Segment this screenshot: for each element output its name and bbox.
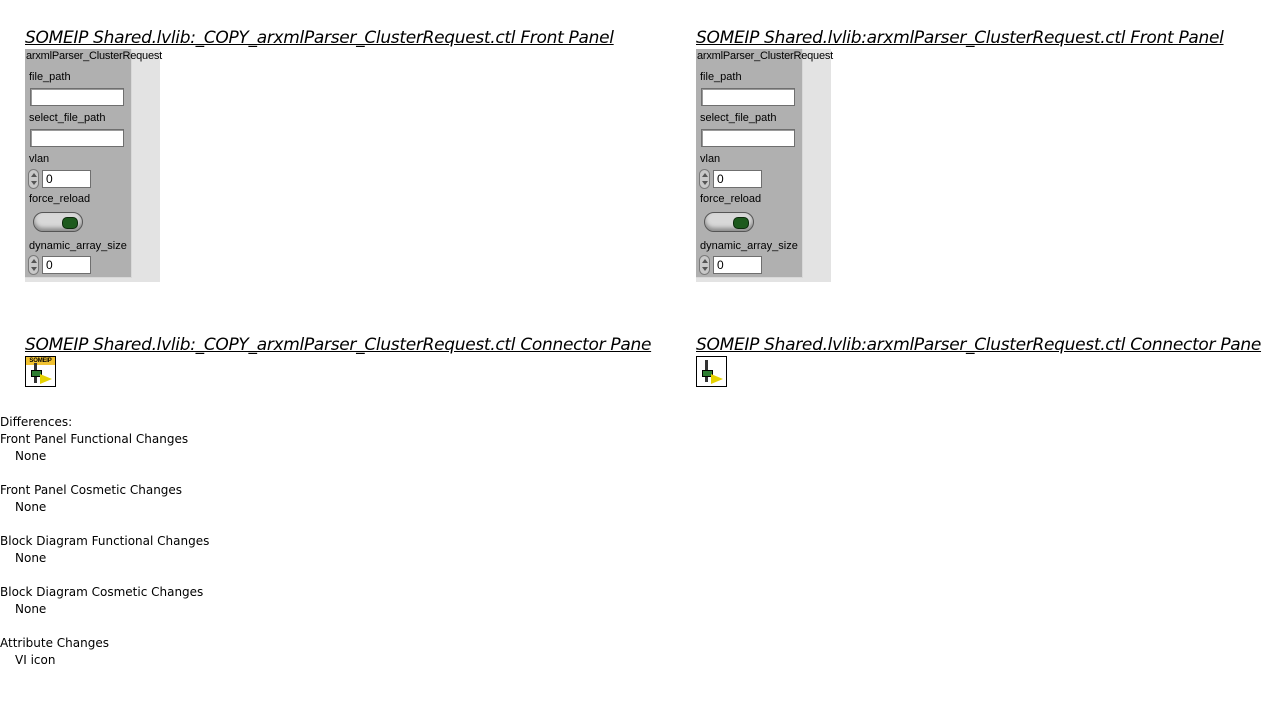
vlan-value[interactable]: 0 xyxy=(42,170,91,188)
vlan-numeric[interactable]: 0 xyxy=(28,169,94,189)
decrement-arrow-icon xyxy=(31,267,37,271)
decrement-arrow-icon xyxy=(702,181,708,185)
select-file-path-input[interactable] xyxy=(30,129,124,147)
vlan-label: vlan xyxy=(29,153,50,165)
file-path-input[interactable] xyxy=(701,88,795,106)
increment-arrow-icon xyxy=(31,173,37,177)
cluster-control: arxmlParser_ClusterRequest file_path sel… xyxy=(696,49,833,278)
increment-arrow-icon xyxy=(31,259,37,263)
vlan-spinner[interactable] xyxy=(699,169,710,189)
dynamic-array-size-spinner[interactable] xyxy=(699,255,710,275)
left-front-panel: arxmlParser_ClusterRequest file_path sel… xyxy=(25,49,162,282)
select-file-path-input[interactable] xyxy=(701,129,795,147)
left-front-panel-heading: SOMEIP Shared.lvlib:_COPY_arxmlParser_Cl… xyxy=(25,28,614,48)
led-icon xyxy=(62,217,78,229)
right-front-panel: arxmlParser_ClusterRequest file_path sel… xyxy=(696,49,833,282)
cluster-label: arxmlParser_ClusterRequest xyxy=(697,50,834,62)
right-front-panel-heading: SOMEIP Shared.lvlib:arxmlParser_ClusterR… xyxy=(696,28,1224,48)
dynamic-array-size-value[interactable]: 0 xyxy=(42,256,91,274)
left-vi-icon: SOMEIP xyxy=(25,356,56,387)
section-value: VI icon xyxy=(15,653,56,667)
vlan-label: vlan xyxy=(700,153,721,165)
force-reload-label: force_reload xyxy=(700,193,762,205)
file-path-input[interactable] xyxy=(30,88,124,106)
section-heading: Front Panel Functional Changes xyxy=(0,432,189,446)
section-value: None xyxy=(15,551,47,565)
increment-arrow-icon xyxy=(702,173,708,177)
play-triangle-icon xyxy=(711,374,723,384)
dynamic-array-size-label: dynamic_array_size xyxy=(700,240,798,252)
cluster-control: arxmlParser_ClusterRequest file_path sel… xyxy=(25,49,162,278)
force-reload-toggle[interactable] xyxy=(33,212,83,232)
right-connector-pane-heading: SOMEIP Shared.lvlib:arxmlParser_ClusterR… xyxy=(696,335,1262,355)
increment-arrow-icon xyxy=(702,259,708,263)
vi-icon-banner: SOMEIP xyxy=(26,357,55,365)
dynamic-array-size-numeric[interactable]: 0 xyxy=(28,255,94,275)
select-file-path-label: select_file_path xyxy=(700,112,777,124)
section-heading: Attribute Changes xyxy=(0,636,109,650)
section-value: None xyxy=(15,449,47,463)
dynamic-array-size-spinner[interactable] xyxy=(28,255,39,275)
decrement-arrow-icon xyxy=(702,267,708,271)
section-value: None xyxy=(15,602,47,616)
vlan-value[interactable]: 0 xyxy=(713,170,762,188)
dynamic-array-size-value[interactable]: 0 xyxy=(713,256,762,274)
left-connector-pane-heading: SOMEIP Shared.lvlib:_COPY_arxmlParser_Cl… xyxy=(25,335,652,355)
section-heading: Front Panel Cosmetic Changes xyxy=(0,483,183,497)
select-file-path-label: select_file_path xyxy=(29,112,106,124)
force-reload-label: force_reload xyxy=(29,193,91,205)
cluster-label: arxmlParser_ClusterRequest xyxy=(26,50,163,62)
file-path-label: file_path xyxy=(700,71,742,83)
differences-title: Differences: xyxy=(0,415,73,429)
dynamic-array-size-label: dynamic_array_size xyxy=(29,240,127,252)
section-heading: Block Diagram Cosmetic Changes xyxy=(0,585,204,599)
right-vi-icon xyxy=(696,356,727,387)
vlan-numeric[interactable]: 0 xyxy=(699,169,765,189)
vlan-spinner[interactable] xyxy=(28,169,39,189)
file-path-label: file_path xyxy=(29,71,71,83)
section-heading: Block Diagram Functional Changes xyxy=(0,534,210,548)
led-icon xyxy=(733,217,749,229)
section-value: None xyxy=(15,500,47,514)
decrement-arrow-icon xyxy=(31,181,37,185)
play-triangle-icon xyxy=(40,374,52,384)
dynamic-array-size-numeric[interactable]: 0 xyxy=(699,255,765,275)
force-reload-toggle[interactable] xyxy=(704,212,754,232)
